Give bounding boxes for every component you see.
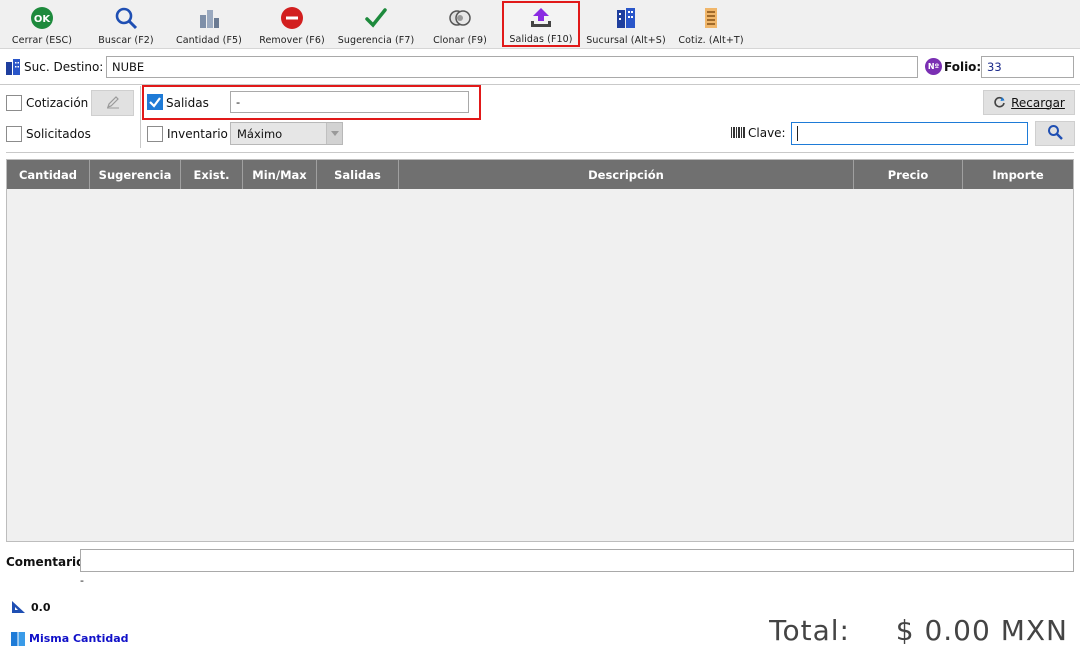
- measure-value: 0.0: [31, 601, 51, 614]
- toolbar: OK Cerrar (ESC) Buscar (F2) Cantidad (F5…: [0, 0, 1080, 49]
- cotizacion-label: Cotización: [26, 96, 89, 110]
- clave-search-button[interactable]: [1035, 121, 1075, 146]
- inventario-select[interactable]: Máximo: [230, 122, 343, 145]
- items-table[interactable]: Cantidad Sugerencia Exist. Min/Max Salid…: [6, 159, 1074, 542]
- clone-icon: [447, 5, 473, 31]
- comentario-dash: -: [80, 574, 84, 587]
- inventario-label: Inventario: [167, 127, 228, 141]
- boxes-icon: [196, 5, 222, 31]
- col-salidas[interactable]: Salidas: [317, 160, 399, 189]
- clonar-button[interactable]: Clonar (F9): [426, 2, 494, 46]
- clave-input[interactable]: [791, 122, 1028, 145]
- cotiz-button[interactable]: Cotiz. (Alt+T): [676, 2, 746, 46]
- cotiz-icon: [698, 5, 724, 31]
- folio-input[interactable]: 33: [981, 56, 1074, 78]
- cotizacion-checkbox[interactable]: [6, 95, 22, 111]
- total-display: Total: $ 0.00 MXN: [769, 614, 1068, 647]
- buscar-button[interactable]: Buscar (F2): [90, 2, 162, 46]
- col-min-max[interactable]: Min/Max: [243, 160, 317, 189]
- search-icon: [1047, 124, 1063, 143]
- text-cursor: [797, 126, 798, 141]
- suc-destino-label: Suc. Destino:: [24, 60, 104, 74]
- salidas-label: Salidas: [166, 96, 209, 110]
- suc-destino-input[interactable]: NUBE: [106, 56, 918, 78]
- salidas-button[interactable]: Salidas (F10): [502, 1, 580, 47]
- col-exist[interactable]: Exist.: [181, 160, 243, 189]
- separator: [6, 152, 1074, 153]
- recargar-label: Recargar: [1011, 95, 1065, 110]
- clave-label: Clave:: [748, 126, 786, 140]
- chevron-down-icon: [326, 123, 342, 144]
- total-label: Total:: [769, 614, 850, 647]
- table-header: Cantidad Sugerencia Exist. Min/Max Salid…: [7, 160, 1073, 189]
- salidas-input[interactable]: -: [230, 91, 469, 113]
- salidas-checkbox[interactable]: [147, 94, 163, 110]
- total-value: $ 0.00 MXN: [895, 614, 1068, 647]
- col-descripcion[interactable]: Descripción: [399, 160, 854, 189]
- comentario-label: Comentario:: [6, 555, 90, 569]
- check-icon: [149, 97, 161, 108]
- separator: [140, 86, 141, 148]
- cerrar-button[interactable]: OK Cerrar (ESC): [6, 2, 78, 46]
- refresh-icon: [993, 96, 1006, 109]
- solicitados-checkbox[interactable]: [6, 126, 22, 142]
- remove-icon: [279, 5, 305, 31]
- recargar-button[interactable]: Recargar: [983, 90, 1075, 115]
- building-icon: [613, 5, 639, 31]
- remover-button[interactable]: Remover (F6): [256, 2, 328, 46]
- folio-label: Folio:: [944, 60, 982, 74]
- col-precio[interactable]: Precio: [854, 160, 963, 189]
- ruler-icon: [11, 600, 26, 614]
- inventario-checkbox[interactable]: [147, 126, 163, 142]
- svg-text:OK: OK: [34, 14, 52, 25]
- cantidad-button[interactable]: Cantidad (F5): [172, 2, 246, 46]
- folio-badge-icon: Nº: [925, 58, 942, 75]
- pencil-icon: [106, 95, 120, 112]
- checkmark-icon: [363, 5, 389, 31]
- col-importe[interactable]: Importe: [963, 160, 1073, 189]
- sugerencia-button[interactable]: Sugerencia (F7): [336, 2, 416, 46]
- sucursal-button[interactable]: Sucursal (Alt+S): [586, 2, 666, 46]
- search-icon: [113, 5, 139, 31]
- edit-cotizacion-button[interactable]: [91, 90, 134, 116]
- solicitados-label: Solicitados: [26, 127, 91, 141]
- book-icon: [11, 632, 25, 646]
- upload-tray-icon: [528, 6, 554, 30]
- inventario-select-value: Máximo: [237, 127, 283, 141]
- branch-icon: [6, 59, 20, 75]
- ok-icon: OK: [29, 5, 55, 31]
- misma-cantidad-link[interactable]: Misma Cantidad: [29, 632, 129, 645]
- col-cantidad[interactable]: Cantidad: [7, 160, 90, 189]
- col-sugerencia[interactable]: Sugerencia: [90, 160, 181, 189]
- comentario-input[interactable]: [80, 549, 1074, 572]
- barcode-icon: [731, 127, 745, 138]
